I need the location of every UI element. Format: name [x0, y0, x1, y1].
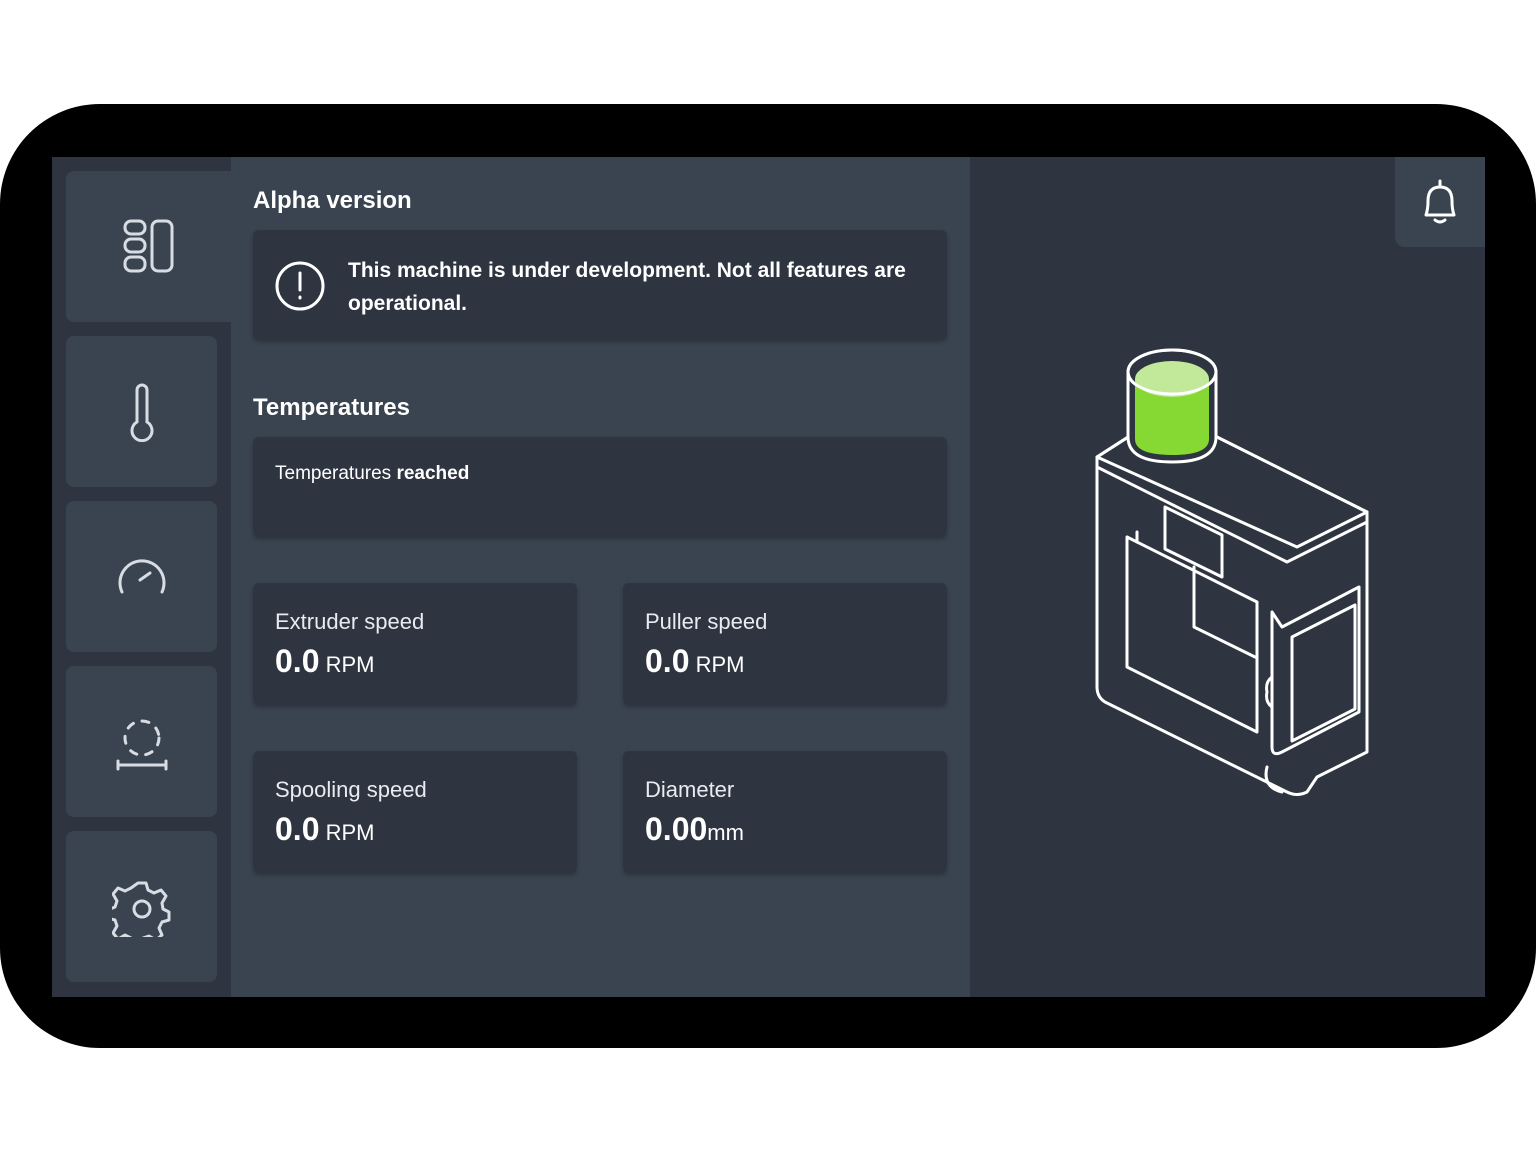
machine-panel [970, 157, 1485, 997]
nav-dashboard[interactable] [66, 171, 231, 322]
stat-unit: RPM [319, 820, 375, 845]
stat-unit: RPM [689, 652, 745, 677]
extruder-machine-illustration [1095, 348, 1369, 796]
stat-label: Diameter [645, 777, 735, 802]
nav-settings[interactable] [66, 831, 217, 982]
temperature-status-prefix: Temperatures [275, 463, 392, 484]
stat-value: 0.0 RPM [275, 811, 374, 848]
stat-label: Spooling speed [275, 777, 427, 802]
temperature-status-value: reached [396, 463, 470, 484]
stat-number: 0.0 [275, 811, 320, 847]
nav-speed[interactable] [66, 501, 217, 652]
bell-icon [1424, 179, 1456, 224]
stat-unit: mm [707, 820, 744, 845]
alert-message: This machine is under development. Not a… [348, 259, 906, 315]
dashboard-icon [123, 219, 173, 272]
stat-value: 0.0 RPM [645, 643, 744, 680]
stat-value: 0.0 RPM [275, 643, 374, 680]
notifications-button[interactable] [1395, 157, 1485, 247]
alert-heading: Alpha version [253, 187, 412, 214]
speedometer-icon [118, 558, 165, 593]
nav-measure[interactable] [66, 666, 217, 817]
stat-value: 0.00mm [645, 811, 744, 848]
exclamation-circle-icon [275, 261, 325, 311]
sidebar [52, 157, 231, 997]
gear-icon [111, 881, 170, 937]
stat-card-extruder: Extruder speed 0.0 RPM [253, 583, 577, 705]
temperature-status: Temperatures reached [275, 463, 469, 485]
stat-number: 0.00 [645, 811, 708, 847]
stat-unit: RPM [319, 652, 375, 677]
stat-card-spooling: Spooling speed 0.0 RPM [253, 751, 577, 873]
stat-label: Puller speed [645, 609, 768, 634]
temperatures-heading: Temperatures [253, 394, 410, 421]
stat-label: Extruder speed [275, 609, 425, 634]
stat-number: 0.0 [275, 643, 320, 679]
measure-icon [116, 719, 167, 770]
stat-card-diameter: Diameter 0.00mm [623, 751, 947, 873]
alert-card: This machine is under development. Not a… [253, 230, 947, 340]
main-content: Alpha version This machine is under deve… [231, 157, 970, 997]
stat-number: 0.0 [645, 643, 690, 679]
thermometer-icon [130, 383, 153, 442]
app-screen: Alpha version This machine is under deve… [52, 157, 1485, 997]
stat-card-puller: Puller speed 0.0 RPM [623, 583, 947, 705]
nav-temperature[interactable] [66, 336, 217, 487]
temperatures-card: Temperatures reached [253, 437, 947, 537]
